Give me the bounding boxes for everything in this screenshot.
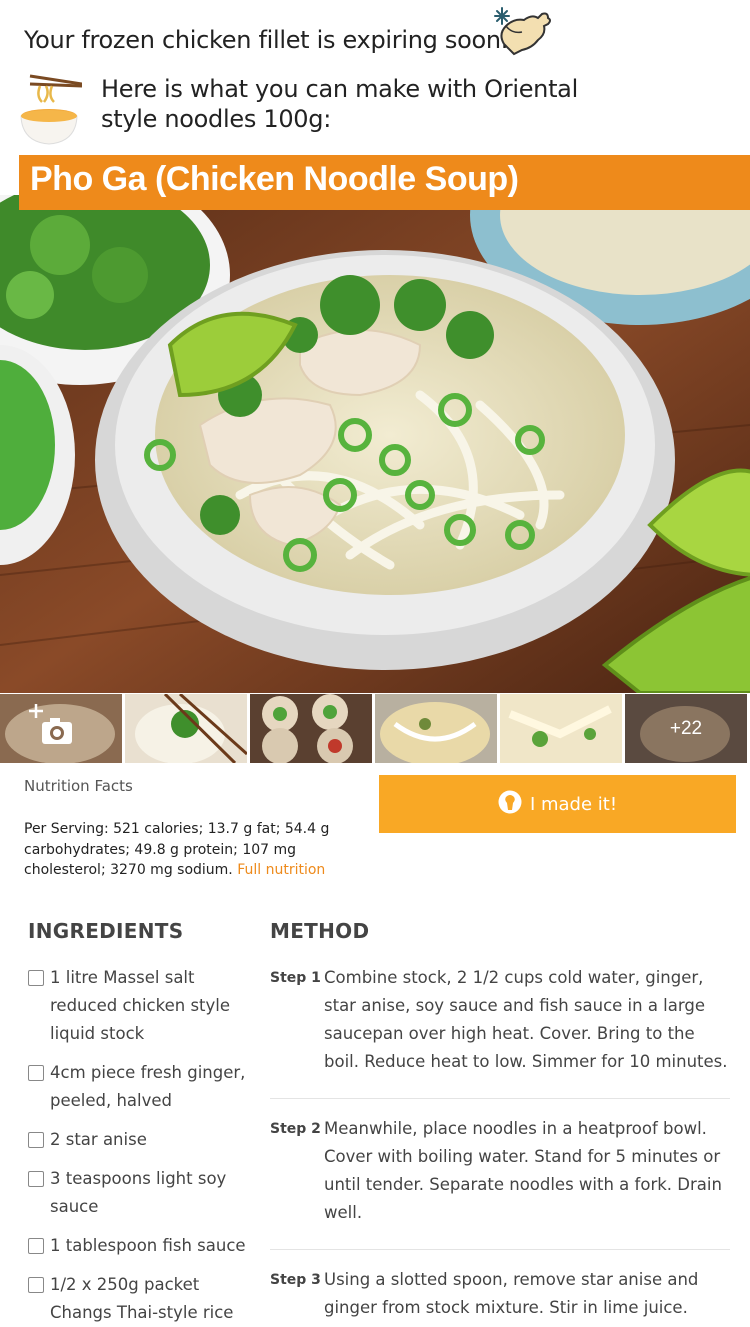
add-photo-camera-icon (22, 702, 72, 746)
ingredient-text: 3 teaspoons light soy sauce (50, 1169, 227, 1216)
step-text: Combine stock, 2 1/2 cups cold water, gi… (324, 968, 728, 1071)
ingredient-text: 1 litre Massel salt reduced chicken styl… (50, 968, 231, 1043)
noodle-bowl-icon (16, 72, 83, 146)
ingredients-list: 1 litre Massel salt reduced chicken styl… (28, 964, 253, 1327)
i-made-it-button[interactable]: I made it! (379, 775, 736, 833)
method-heading: METHOD (270, 919, 370, 943)
gallery-thumb[interactable] (250, 694, 372, 763)
frozen-chicken-leg-icon (492, 4, 552, 60)
nutrition-heading: Nutrition Facts (24, 777, 133, 795)
more-photos-count: +22 (669, 717, 703, 739)
ingredient-text: 1/2 x 250g packet Changs Thai-style rice (50, 1275, 234, 1322)
method-step: Step 3 Using a slotted spoon, remove sta… (270, 1266, 730, 1327)
suggestion-message: Here is what you can make with Oriental … (101, 75, 578, 133)
step-number: Step 1 (270, 970, 321, 986)
ingredient-checkbox[interactable] (28, 1238, 44, 1254)
ingredient-checkbox[interactable] (28, 970, 44, 986)
ingredient-text: 4cm piece fresh ginger, peeled, halved (50, 1063, 246, 1110)
add-photo-thumb[interactable] (0, 694, 122, 763)
ingredient-item[interactable]: 1 litre Massel salt reduced chicken styl… (28, 964, 253, 1048)
ingredient-item[interactable]: 1 tablespoon fish sauce (28, 1232, 253, 1260)
ingredient-checkbox[interactable] (28, 1171, 44, 1187)
gallery-thumb[interactable] (500, 694, 622, 763)
ingredient-text: 2 star anise (50, 1130, 147, 1149)
photo-gallery: +22 (0, 694, 750, 763)
step-number: Step 2 (270, 1121, 321, 1137)
i-made-it-label: I made it! (529, 793, 618, 815)
nutrition-summary: Per Serving: 521 calories; 13.7 g fat; 5… (24, 819, 374, 881)
ingredient-item[interactable]: 4cm piece fresh ginger, peeled, halved (28, 1059, 253, 1115)
expiring-message: Your frozen chicken fillet is expiring s… (24, 26, 509, 54)
ingredient-item[interactable]: 1/2 x 250g packet Changs Thai-style rice (28, 1271, 253, 1327)
step-number: Step 3 (270, 1272, 321, 1288)
gallery-thumb[interactable] (125, 694, 247, 763)
ingredients-heading: INGREDIENTS (28, 919, 184, 943)
ingredient-checkbox[interactable] (28, 1277, 44, 1293)
ingredient-item[interactable]: 3 teaspoons light soy sauce (28, 1165, 253, 1221)
chef-hat-icon (498, 790, 522, 819)
ingredient-checkbox[interactable] (28, 1132, 44, 1148)
recipe-hero-image[interactable] (0, 195, 750, 693)
gallery-more-thumb[interactable]: +22 (625, 694, 747, 763)
ingredient-checkbox[interactable] (28, 1065, 44, 1081)
method-list: Step 1 Combine stock, 2 1/2 cups cold wa… (270, 964, 730, 1327)
ingredient-text: 1 tablespoon fish sauce (50, 1236, 246, 1255)
method-step: Step 1 Combine stock, 2 1/2 cups cold wa… (270, 964, 730, 1099)
recipe-title: Pho Ga (Chicken Noodle Soup) (30, 160, 519, 198)
full-nutrition-link[interactable]: Full nutrition (237, 862, 325, 878)
ingredient-item[interactable]: 2 star anise (28, 1126, 253, 1154)
method-step: Step 2 Meanwhile, place noodles in a hea… (270, 1115, 730, 1250)
gallery-thumb[interactable] (375, 694, 497, 763)
step-text: Meanwhile, place noodles in a heatproof … (324, 1119, 722, 1222)
step-text: Using a slotted spoon, remove star anise… (324, 1270, 699, 1317)
